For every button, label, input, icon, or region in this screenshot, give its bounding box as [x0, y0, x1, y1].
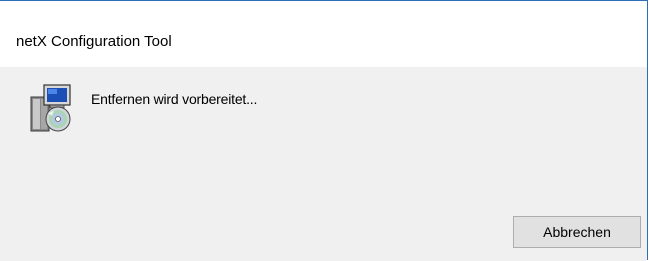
window-title: netX Configuration Tool [16, 33, 172, 50]
cancel-button-label: Abbrechen [543, 224, 611, 240]
installer-dialog-window: netX Configuration Tool Entfernen wird v… [0, 0, 648, 261]
installer-setup-icon [28, 81, 84, 137]
cancel-button[interactable]: Abbrechen [513, 216, 641, 248]
status-message: Entfernen wird vorbereitet... [91, 91, 258, 107]
title-bar[interactable]: netX Configuration Tool [0, 1, 647, 67]
dialog-body: Entfernen wird vorbereitet... Abbrechen [0, 67, 647, 261]
